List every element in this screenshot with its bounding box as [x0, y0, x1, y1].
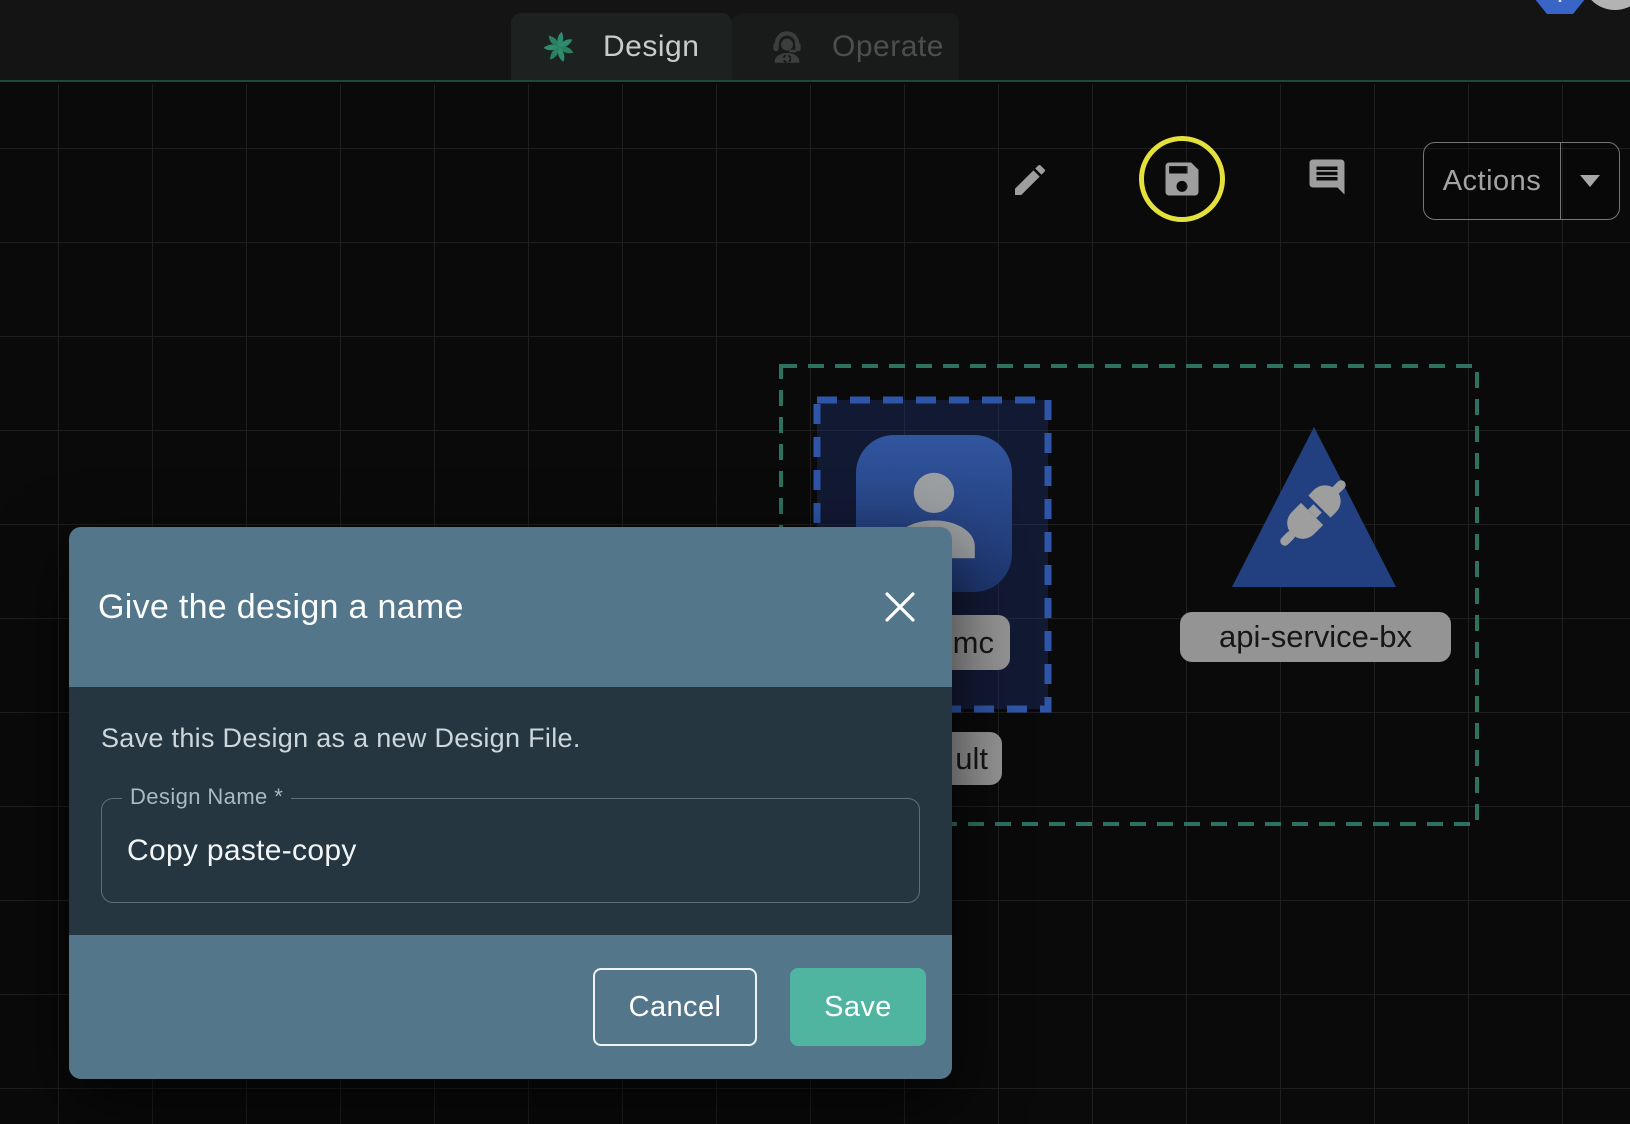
- caret-down-icon: [1580, 175, 1600, 187]
- edit-icon: [1010, 160, 1050, 200]
- actions-split-button[interactable]: Actions: [1423, 142, 1620, 220]
- tab-operate[interactable]: Operate: [732, 13, 959, 80]
- mode-tabs: Design Operate: [511, 13, 959, 80]
- tab-design-label: Design: [603, 30, 699, 64]
- edit-button[interactable]: [1010, 160, 1050, 205]
- actions-button[interactable]: Actions: [1424, 143, 1560, 219]
- design-name-input[interactable]: [102, 799, 919, 902]
- topbar: Design Operate: [0, 0, 1630, 82]
- comment-icon: [1306, 156, 1348, 198]
- design-name-field: Design Name *: [101, 798, 920, 903]
- kubernetes-logo-icon[interactable]: [1528, 0, 1592, 23]
- save-design-modal: Give the design a name Save this Design …: [69, 527, 952, 1079]
- modal-close-button[interactable]: [880, 587, 920, 627]
- modal-title: Give the design a name: [98, 588, 464, 627]
- comment-button[interactable]: [1306, 156, 1348, 203]
- cancel-button[interactable]: Cancel: [593, 968, 757, 1046]
- save-design-button[interactable]: [1160, 157, 1204, 206]
- save-icon: [1160, 157, 1204, 201]
- design-name-label: Design Name *: [122, 784, 291, 810]
- operator-headset-icon: [766, 26, 808, 68]
- modal-header: Give the design a name: [69, 527, 952, 687]
- modal-body: Save this Design as a new Design File. D…: [69, 687, 952, 935]
- plug-icon: [1266, 466, 1360, 565]
- api-service-label: api-service-bx: [1180, 612, 1451, 662]
- modal-description: Save this Design as a new Design File.: [101, 687, 920, 754]
- tab-operate-label: Operate: [832, 30, 944, 64]
- actions-dropdown-button[interactable]: [1561, 143, 1619, 219]
- modal-footer: Cancel Save: [69, 935, 952, 1079]
- tab-design[interactable]: Design: [511, 13, 732, 80]
- meshery-logo-icon: [541, 29, 577, 65]
- app-root: mc ult api-service-bx Actions: [0, 0, 1630, 1124]
- close-icon: [882, 589, 918, 625]
- save-button[interactable]: Save: [790, 968, 926, 1046]
